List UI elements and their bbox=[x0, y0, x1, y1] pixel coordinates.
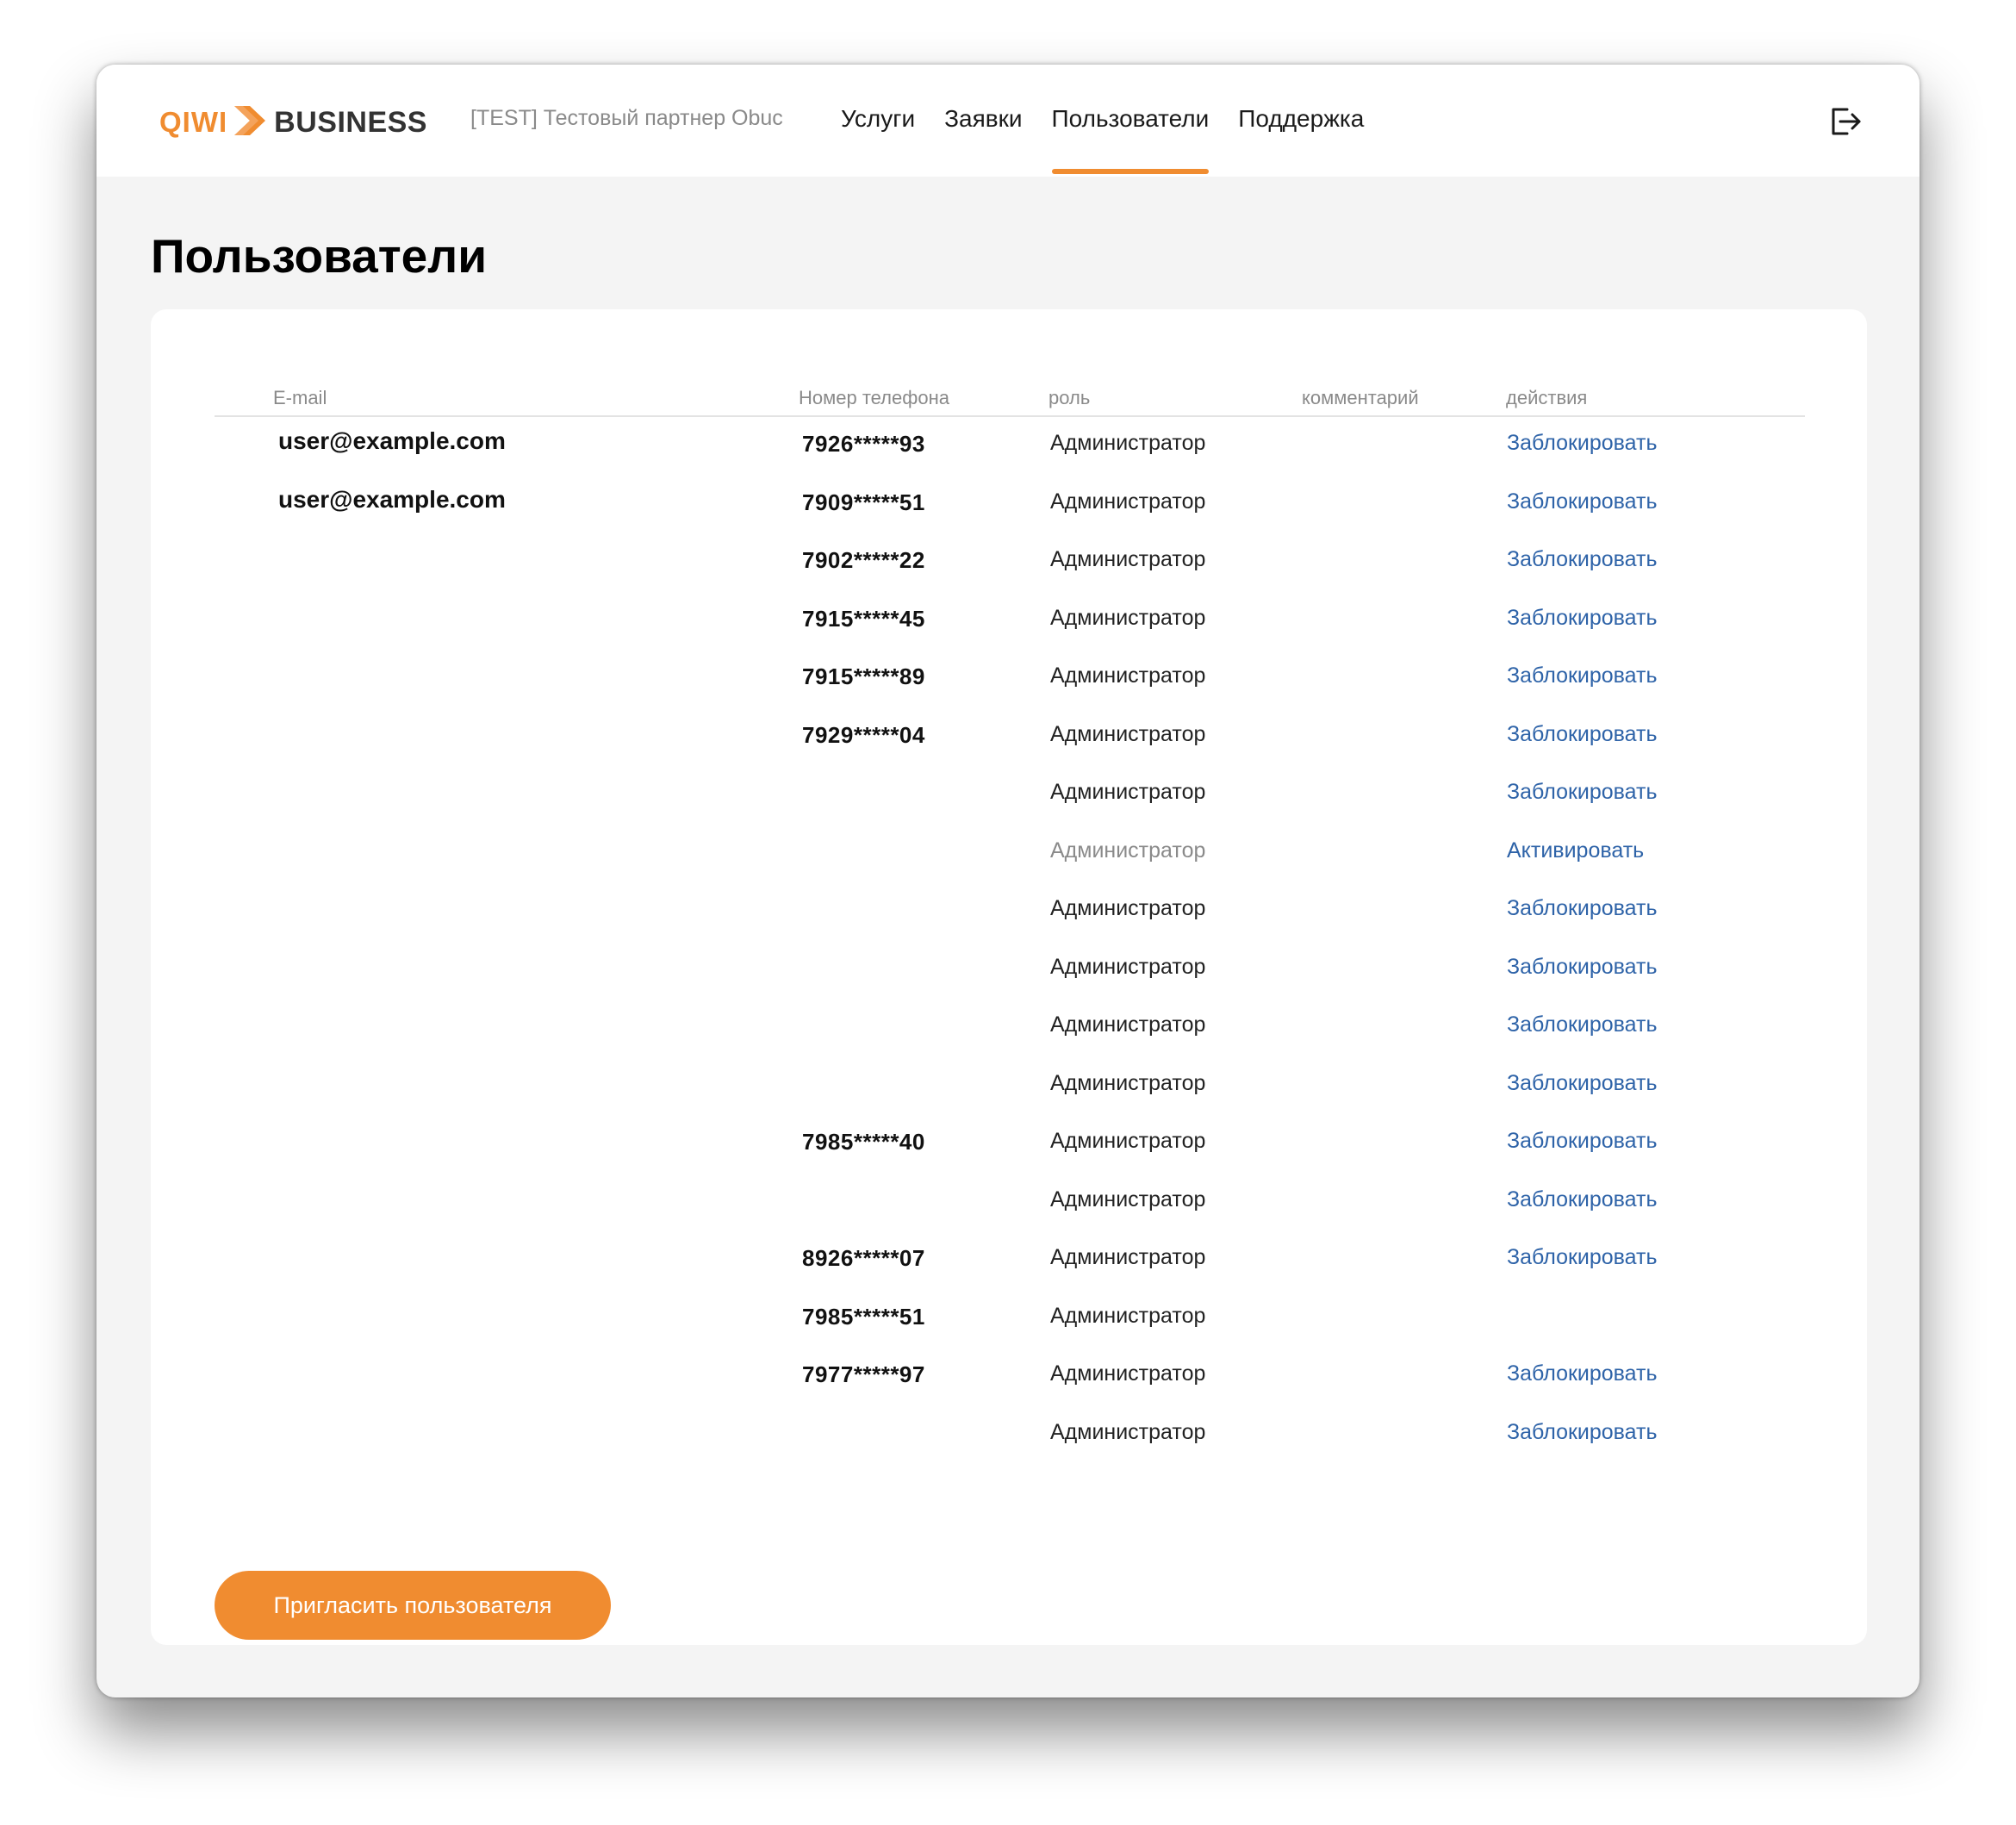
column-header-actions: действия bbox=[1506, 387, 1588, 408]
logo-qiwi-text: QIWI bbox=[159, 106, 228, 138]
user-phone: 7985*****51 bbox=[802, 1303, 925, 1330]
invite-user-button[interactable]: Пригласить пользователя bbox=[215, 1571, 611, 1640]
user-role: Администратор bbox=[1050, 1245, 1206, 1269]
users-table: E-mail Номер телефона роль комментарий д… bbox=[215, 377, 1805, 1464]
user-phone: 7926*****93 bbox=[802, 431, 925, 457]
user-phone: 8926*****07 bbox=[802, 1245, 925, 1271]
table-row: 7929*****04 Администратор Заблокировать bbox=[215, 708, 1805, 767]
user-role: Администратор bbox=[1050, 1187, 1206, 1211]
user-role: Администратор bbox=[1050, 1303, 1206, 1328]
page-title: Пользователи bbox=[151, 229, 488, 283]
table-row: user@example.com 7926*****93 Администратор… bbox=[215, 417, 1805, 476]
column-header-comment: комментарий bbox=[1302, 387, 1419, 408]
table-row: Администратор Заблокировать bbox=[215, 1406, 1805, 1465]
row-action-link[interactable]: Заблокировать bbox=[1507, 1071, 1658, 1096]
user-phone: 7915*****45 bbox=[802, 605, 925, 632]
table-row: 7915*****45 Администратор Заблокировать bbox=[215, 592, 1805, 651]
user-role: Администратор bbox=[1050, 489, 1206, 514]
user-role: Администратор bbox=[1050, 780, 1206, 804]
table-row: Администратор Заблокировать bbox=[215, 766, 1805, 825]
user-phone: 7977*****97 bbox=[802, 1361, 925, 1387]
table-row: Администратор Заблокировать bbox=[215, 999, 1805, 1057]
nav-item-0[interactable]: Услуги bbox=[841, 65, 915, 177]
user-role: Администратор bbox=[1050, 547, 1206, 571]
user-role: Администратор bbox=[1050, 1129, 1206, 1153]
row-action-link[interactable]: Заблокировать bbox=[1507, 1129, 1658, 1154]
row-action-link[interactable]: Заблокировать bbox=[1507, 489, 1658, 514]
user-role: Администратор bbox=[1050, 605, 1206, 630]
row-action-link[interactable]: Заблокировать bbox=[1507, 663, 1658, 688]
logo-chevron-icon bbox=[233, 105, 267, 140]
top-header: QIWI BUSINESS [TEST] Тестовый партнер Ob… bbox=[96, 65, 1920, 177]
users-card: E-mail Номер телефона роль комментарий д… bbox=[151, 309, 1867, 1645]
user-role: Администратор bbox=[1050, 431, 1206, 455]
table-row: 7985*****51 Администратор bbox=[215, 1290, 1805, 1349]
table-row: Администратор Заблокировать bbox=[215, 1057, 1805, 1116]
user-role: Администратор bbox=[1050, 838, 1206, 863]
logout-icon[interactable] bbox=[1828, 104, 1863, 139]
row-action-link[interactable]: Заблокировать bbox=[1507, 896, 1658, 921]
column-header-email: E-mail bbox=[273, 387, 327, 408]
table-row: user@example.com 7909*****51 Администратор… bbox=[215, 476, 1805, 534]
nav-item-3[interactable]: Поддержка bbox=[1238, 65, 1364, 177]
table-row: Администратор Заблокировать bbox=[215, 1174, 1805, 1232]
row-action-link[interactable]: Заблокировать bbox=[1507, 547, 1658, 572]
partner-name: [TEST] Тестовый партнер Obuc bbox=[470, 106, 783, 130]
app-window: QIWI BUSINESS [TEST] Тестовый партнер Ob… bbox=[96, 65, 1920, 1697]
user-phone: 7985*****40 bbox=[802, 1129, 925, 1155]
table-row: Администратор Заблокировать bbox=[215, 941, 1805, 1000]
user-role: Администратор bbox=[1050, 1419, 1206, 1444]
user-role: Администратор bbox=[1050, 721, 1206, 746]
user-phone: 7909*****51 bbox=[802, 489, 925, 515]
main-nav: Услуги Заявки Пользователи Поддержка bbox=[841, 65, 1393, 177]
row-action-link[interactable]: Заблокировать bbox=[1507, 431, 1658, 456]
table-row: Администратор Активировать bbox=[215, 825, 1805, 883]
user-phone: 7929*****04 bbox=[802, 721, 925, 748]
nav-item-2[interactable]: Пользователи bbox=[1051, 65, 1209, 177]
user-email: user@example.com bbox=[278, 427, 506, 454]
row-action-link[interactable]: Заблокировать bbox=[1507, 1012, 1658, 1037]
user-phone: 7915*****89 bbox=[802, 663, 925, 689]
row-action-link[interactable]: Заблокировать bbox=[1507, 1420, 1658, 1445]
user-role: Администратор bbox=[1050, 1361, 1206, 1386]
user-role: Администратор bbox=[1050, 663, 1206, 688]
table-body: user@example.com 7926*****93 Администратор… bbox=[215, 417, 1805, 1464]
user-role: Администратор bbox=[1050, 1012, 1206, 1037]
table-row: 7985*****40 Администратор Заблокировать bbox=[215, 1115, 1805, 1174]
row-action-link[interactable]: Заблокировать bbox=[1507, 722, 1658, 747]
table-row: Администратор Заблокировать bbox=[215, 882, 1805, 941]
user-email: user@example.com bbox=[278, 485, 506, 513]
row-action-link[interactable]: Активировать bbox=[1507, 838, 1644, 863]
user-role: Администратор bbox=[1050, 1070, 1206, 1095]
logo-business-text: BUSINESS bbox=[274, 105, 427, 139]
table-row: 7977*****97 Администратор Заблокировать bbox=[215, 1348, 1805, 1406]
table-header: E-mail Номер телефона роль комментарий д… bbox=[215, 377, 1805, 417]
column-header-phone: Номер телефона bbox=[799, 387, 949, 408]
row-action-link[interactable]: Заблокировать bbox=[1507, 955, 1658, 980]
row-action-link[interactable]: Заблокировать bbox=[1507, 780, 1658, 805]
table-row: 8926*****07 Администратор Заблокировать bbox=[215, 1231, 1805, 1290]
user-role: Администратор bbox=[1050, 896, 1206, 920]
row-action-link[interactable]: Заблокировать bbox=[1507, 1245, 1658, 1270]
column-header-role: роль bbox=[1048, 387, 1091, 408]
qiwi-business-logo[interactable]: QIWI BUSINESS bbox=[159, 101, 427, 144]
user-phone: 7902*****22 bbox=[802, 547, 925, 573]
table-row: 7915*****89 Администратор Заблокировать bbox=[215, 650, 1805, 708]
row-action-link[interactable]: Заблокировать bbox=[1507, 1187, 1658, 1212]
table-row: 7902*****22 Администратор Заблокировать bbox=[215, 533, 1805, 592]
row-action-link[interactable]: Заблокировать bbox=[1507, 1361, 1658, 1386]
row-action-link[interactable]: Заблокировать bbox=[1507, 606, 1658, 631]
nav-item-1[interactable]: Заявки bbox=[944, 65, 1022, 177]
user-role: Администратор bbox=[1050, 954, 1206, 979]
